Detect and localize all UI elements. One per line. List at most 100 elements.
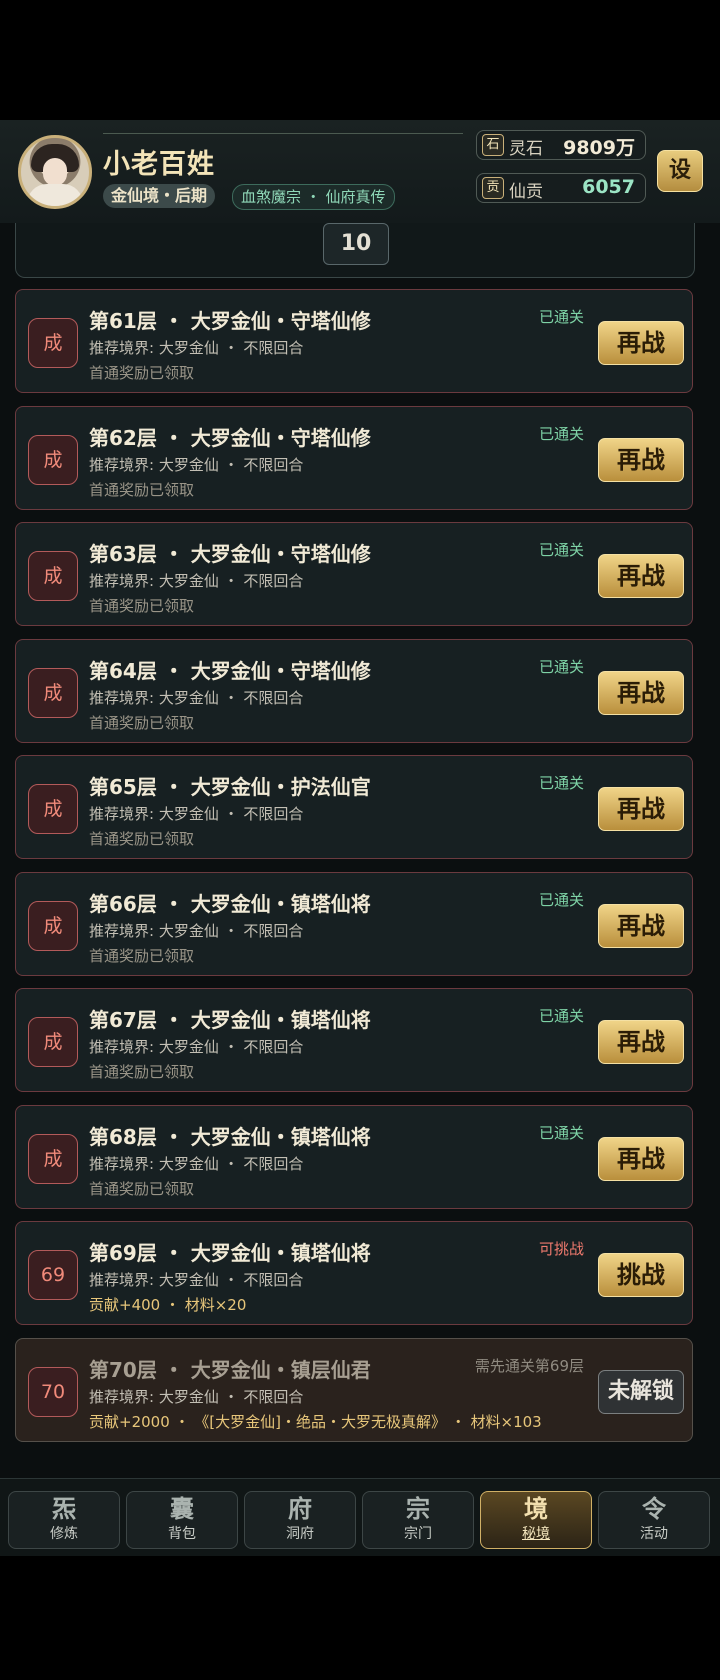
nav-tab-5[interactable]: 令活动: [598, 1491, 710, 1549]
floor-status: 已通关: [538, 890, 584, 909]
floor-badge: 成: [28, 1133, 78, 1184]
pagination-card: 10: [15, 223, 695, 278]
floor-title: 第68层 ・ 大罗金仙・镇塔仙将: [89, 1124, 371, 1149]
floor-card: 成第61层 ・ 大罗金仙・守塔仙修 推荐境界: 大罗金仙 ・ 不限回合 首通奖励已领…: [15, 289, 693, 393]
nav-tab-1[interactable]: 囊背包: [126, 1491, 238, 1549]
floor-card: 成第68层 ・ 大罗金仙・镇塔仙将 推荐境界: 大罗金仙 ・ 不限回合 首通奖励已领…: [15, 1104, 693, 1209]
floor-recommendation: 推荐境界: 大罗金仙 ・ 不限回合: [89, 572, 304, 590]
nav-tab-label: 宗门: [404, 1526, 432, 1542]
floor-card: 成第63层 ・ 大罗金仙・守塔仙修 推荐境界: 大罗金仙 ・ 不限回合 首通奖励已领…: [15, 522, 693, 626]
spirit-stone-label: 灵石: [509, 139, 543, 159]
floor-card: 成第64层 ・ 大罗金仙・守塔仙修推荐境界: 大罗金仙 ・ 不限回合 首通奖励已领…: [15, 638, 693, 743]
floor-card: 成第67层 ・ 大罗金仙・镇塔仙将推荐境界: 大罗金仙 ・ 不限回合 首通奖励已领…: [15, 988, 693, 1092]
floor-title: 第66层 ・ 大罗金仙・镇塔仙将: [89, 891, 371, 916]
nav-tab-0[interactable]: 炁修炼: [8, 1491, 120, 1549]
bottom-nav: 炁修炼囊背包府洞府宗宗门境秘境令活动: [0, 1478, 720, 1557]
reward-claimed-note: 首通奖励已领取: [89, 946, 195, 965]
floor-reward: 贡献+2000 ・ 《[大罗金仙]・绝品・大罗无极真解》 ・ 材料×103: [89, 1412, 542, 1431]
rechallenge-button[interactable]: 再战: [598, 1020, 684, 1064]
challenge-button[interactable]: 挑战: [598, 1253, 684, 1297]
nav-tab-icon: 府: [288, 1495, 312, 1523]
realm-badge: 金仙境・后期: [103, 184, 216, 208]
rechallenge-button[interactable]: 再战: [598, 554, 684, 598]
floor-title: 第65层 ・ 大罗金仙・护法仙官: [89, 775, 371, 799]
nav-tab-icon: 炁: [52, 1495, 76, 1523]
nav-tab-icon: 囊: [170, 1495, 194, 1523]
page-number[interactable]: 10: [323, 223, 389, 265]
contribution-value: 6057: [582, 176, 635, 198]
floor-card: 成第65层 ・ 大罗金仙・护法仙官推荐境界: 大罗金仙 ・ 不限回合 首通奖励已领…: [15, 755, 693, 859]
floor-badge: 成: [28, 551, 78, 601]
floor-badge: 成: [28, 667, 78, 718]
floor-recommendation: 推荐境界: 大罗金仙 ・ 不限回合: [89, 805, 304, 823]
rechallenge-button[interactable]: 再战: [598, 903, 684, 948]
nav-tab-icon: 令: [642, 1495, 666, 1523]
rechallenge-button[interactable]: 再战: [598, 670, 684, 715]
settings-button[interactable]: 设: [657, 150, 703, 192]
spirit-stone-value: 9809万: [563, 137, 635, 159]
floor-recommendation: 推荐境界: 大罗金仙 ・ 不限回合: [89, 1038, 304, 1056]
floor-title: 第61层 ・ 大罗金仙・守塔仙修: [89, 309, 371, 333]
nav-tab-3[interactable]: 宗宗门: [362, 1491, 474, 1549]
tower-floor-list[interactable]: 10 成 第61层 ・ 大罗金仙・守塔仙修推荐境界: 大罗金仙 ・ 不限回合 首通奖…: [0, 223, 720, 1478]
player-name: 小老百姓: [103, 149, 215, 180]
floor-status: 已通关: [538, 308, 584, 326]
rechallenge-button[interactable]: 再战: [598, 321, 684, 365]
floor-title: 第63层 ・ 大罗金仙・守塔仙修: [89, 542, 371, 566]
floor-recommendation: 推荐境界: 大罗金仙 ・ 不限回合: [89, 1387, 304, 1406]
nav-tab-2[interactable]: 府洞府: [244, 1491, 356, 1549]
nav-tab-label: 洞府: [286, 1526, 314, 1542]
floor-status: 已通关: [538, 774, 584, 792]
floor-recommendation: 推荐境界: 大罗金仙 ・ 不限回合: [89, 339, 304, 357]
contribution-counter: 贡 仙贡 6057: [476, 173, 646, 203]
floor-card: 69 第69层 ・ 大罗金仙・镇塔仙将 推荐境界: 大罗金仙 ・ 不限回合 贡献+40…: [15, 1221, 693, 1325]
floor-title: 第62层 ・ 大罗金仙・守塔仙修: [89, 425, 371, 450]
floor-badge: 成: [28, 1017, 78, 1067]
contribution-label: 仙贡: [509, 182, 543, 202]
floor-title: 第70层 ・ 大罗金仙・镇层仙君: [89, 1357, 371, 1382]
floor-badge: 70: [28, 1366, 78, 1417]
reward-claimed-note: 首通奖励已领取: [89, 1179, 195, 1198]
nav-tab-4[interactable]: 境秘境: [480, 1491, 592, 1549]
floor-title: 第69层 ・ 大罗金仙・镇塔仙将: [89, 1241, 371, 1265]
nav-tab-label: 背包: [168, 1526, 196, 1542]
reward-claimed-note: 首通奖励已领取: [89, 364, 195, 382]
floor-status: 需先通关第69层: [474, 1356, 584, 1375]
floor-badge: 69: [28, 1250, 78, 1300]
floor-title: 第67层 ・ 大罗金仙・镇塔仙将: [89, 1008, 371, 1032]
floor-badge: 成: [28, 434, 78, 485]
rechallenge-button[interactable]: 再战: [598, 787, 684, 831]
sect-badge: 血煞魔宗 ・ 仙府真传: [232, 184, 395, 210]
nav-tab-label: 活动: [640, 1526, 668, 1542]
reward-claimed-note: 首通奖励已领取: [89, 830, 195, 848]
floor-reward: 贡献+400 ・ 材料×20: [89, 1296, 247, 1314]
nav-tab-icon: 宗: [406, 1495, 430, 1523]
floor-status: 可挑战: [538, 1240, 584, 1258]
floor-recommendation: 推荐境界: 大罗金仙 ・ 不限回合: [89, 921, 304, 940]
reward-claimed-note: 首通奖励已领取: [89, 713, 195, 732]
rechallenge-button[interactable]: 再战: [598, 437, 684, 482]
spirit-stone-icon: 石: [482, 134, 504, 156]
floor-title: 第64层 ・ 大罗金仙・守塔仙修: [89, 658, 371, 683]
floor-card: 70 第70层 ・ 大罗金仙・镇层仙君推荐境界: 大罗金仙 ・ 不限回合贡献+20…: [15, 1337, 693, 1442]
contribution-icon: 贡: [482, 177, 504, 199]
locked-button: 未解锁: [598, 1369, 684, 1414]
reward-claimed-note: 首通奖励已领取: [89, 480, 195, 499]
player-header: 小老百姓 金仙境・后期 血煞魔宗 ・ 仙府真传 石 灵石 9809万 贡 仙贡 …: [0, 120, 720, 224]
rechallenge-button[interactable]: 再战: [598, 1136, 684, 1181]
floor-recommendation: 推荐境界: 大罗金仙 ・ 不限回合: [89, 688, 304, 707]
nav-tab-label: 秘境: [522, 1526, 550, 1542]
floor-card: 成第62层 ・ 大罗金仙・守塔仙修 推荐境界: 大罗金仙 ・ 不限回合 首通奖励已领…: [15, 405, 693, 510]
floor-badge: 成: [28, 900, 78, 951]
bottom-blank-area: [0, 1556, 720, 1680]
floor-status: 已通关: [538, 1007, 584, 1025]
avatar[interactable]: [18, 135, 92, 209]
top-blank-area: [0, 0, 720, 120]
nav-tab-icon: 境: [524, 1495, 548, 1523]
reward-claimed-note: 首通奖励已领取: [89, 1063, 195, 1081]
floor-status: 已通关: [538, 1123, 584, 1142]
floor-status: 已通关: [538, 424, 584, 443]
floor-badge: 成: [28, 784, 78, 834]
floor-card: 成第66层 ・ 大罗金仙・镇塔仙将推荐境界: 大罗金仙 ・ 不限回合 首通奖励已领…: [15, 871, 693, 976]
nav-tab-label: 修炼: [50, 1526, 78, 1542]
